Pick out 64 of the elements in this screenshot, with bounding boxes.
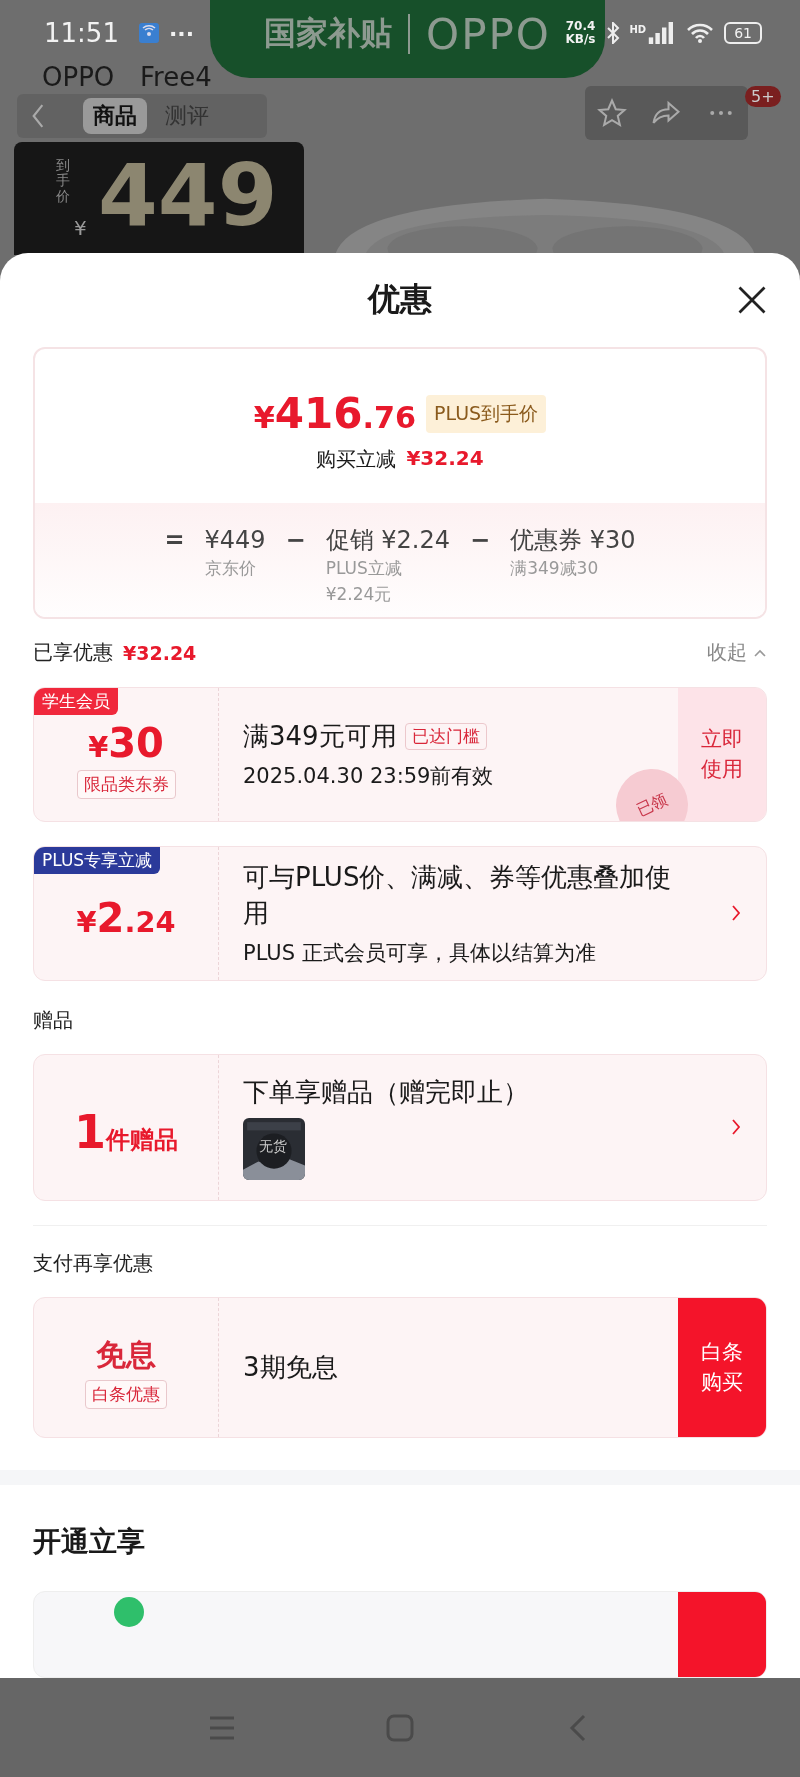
threshold-badge: 已达门槛 [404, 722, 487, 750]
gift-title: 下单享赠品（赠完即止） [243, 1076, 530, 1110]
clock: 11:51 [44, 18, 119, 48]
section-label: 已享优惠 [33, 639, 113, 667]
operator: = [164, 525, 185, 556]
payment-type: 白条优惠 [85, 1380, 167, 1410]
price-currency: ¥ [74, 216, 87, 240]
use-button[interactable]: 立即使用 [678, 687, 766, 821]
price: 449 [98, 152, 278, 238]
gift-count: 1件赠品 [74, 1105, 178, 1160]
offer-validity: 2025.04.30 23:59前有效 [243, 763, 495, 791]
section-title: 开通立享 [33, 1524, 146, 1561]
offer-tag: PLUS专享立减 [34, 846, 161, 874]
offer-title: 3期免息 [243, 1350, 339, 1384]
price-label: 到手价 [56, 158, 70, 205]
offer-amount: 免息 [96, 1336, 156, 1375]
chevron-right-icon [731, 1118, 741, 1137]
more-notifications: ··· [168, 20, 194, 46]
formula-note: 京东价 [204, 557, 257, 581]
wifi-icon [686, 22, 715, 44]
chevron-icon [753, 647, 767, 658]
network-type: HD [629, 24, 647, 35]
home-icon[interactable] [386, 1713, 414, 1742]
out-of-stock-label: 无货 [259, 1138, 287, 1157]
offer-tag: 学生会员 [34, 687, 118, 715]
saving-amount: ¥32.24 [406, 446, 484, 473]
logo-icon [114, 1597, 144, 1627]
banner-text: 国家补贴 [264, 13, 393, 54]
brand-logo: OPPO [426, 9, 551, 59]
operator: − [470, 525, 491, 556]
chevron-right-icon[interactable] [731, 904, 741, 923]
operator: − [285, 525, 306, 556]
product-title: Free4 [140, 62, 212, 92]
star-icon[interactable] [597, 98, 628, 128]
close-icon[interactable] [737, 285, 767, 316]
notification-badge: 5+ [745, 86, 781, 107]
offer-title: 满349元可用 [243, 720, 397, 754]
section-label: 赠品 [33, 1006, 74, 1034]
saving-label: 购买立减 [316, 446, 397, 474]
tab[interactable]: 商品 [83, 98, 147, 134]
formula-value: 优惠券 ¥30 [510, 525, 636, 556]
section-label: 支付再享优惠 [33, 1249, 154, 1277]
battery-indicator: 61 [724, 22, 762, 44]
formula-value: 促销 ¥2.24 [325, 525, 451, 556]
section-amount: ¥32.24 [123, 641, 197, 664]
collapse-toggle[interactable]: 收起 [707, 639, 767, 667]
gift-card[interactable]: 1件赠品 下单享赠品（赠完即止） 无货 [33, 1053, 767, 1201]
offer-title: 可与PLUS价、满减、券等优惠叠加使用 [243, 861, 673, 931]
offer-note: PLUS 正式会员可享，具体以结算为准 [243, 940, 597, 968]
formula-note: 满349减30 [510, 557, 600, 581]
back-icon[interactable] [31, 103, 45, 129]
hotspot-icon [138, 23, 159, 43]
formula-note: PLUS立减 ¥2.24元 [325, 557, 403, 607]
offer-amount: ¥2.24 [76, 895, 176, 942]
buy-button[interactable]: 白条购买 [678, 1297, 766, 1438]
network-speed: 70.4 KB/s [565, 20, 596, 46]
price-tag-label: PLUS到手价 [426, 394, 547, 433]
bluetooth-icon [605, 22, 620, 44]
product-title: OPPO [42, 62, 115, 92]
coupon-type: 限品类东券 [76, 769, 176, 799]
formula-value: ¥449 [204, 525, 266, 556]
final-price: ¥416.76 [253, 389, 417, 439]
offer-amount: ¥30 [88, 719, 164, 766]
sheet-title: 优惠 [368, 279, 432, 321]
